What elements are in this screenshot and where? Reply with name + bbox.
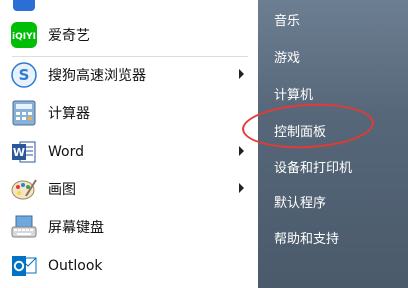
right-item-default-programs[interactable]: 默认程序 bbox=[274, 192, 326, 211]
program-item-iqiyi[interactable]: iQIYI 爱奇艺 bbox=[10, 17, 252, 53]
program-item-outlook[interactable]: Outlook bbox=[10, 248, 252, 284]
svg-text:S: S bbox=[19, 66, 30, 84]
outlook-icon bbox=[10, 252, 38, 280]
right-item-devices-printers[interactable]: 设备和打印机 bbox=[274, 157, 352, 176]
paint-icon bbox=[10, 175, 38, 203]
app-icon bbox=[10, 0, 38, 14]
program-item-word[interactable]: W Word bbox=[10, 134, 252, 170]
iqiyi-icon: iQIYI bbox=[10, 21, 38, 49]
right-item-computer[interactable]: 计算机 bbox=[274, 84, 313, 103]
program-item-top[interactable] bbox=[10, 0, 252, 18]
program-label-paint: 画图 bbox=[48, 182, 76, 198]
program-label-iqiyi: 爱奇艺 bbox=[48, 28, 90, 44]
sogou-browser-icon: S bbox=[10, 61, 38, 89]
right-item-games[interactable]: 游戏 bbox=[274, 47, 300, 66]
submenu-arrow-icon[interactable] bbox=[239, 183, 244, 193]
submenu-arrow-icon[interactable] bbox=[239, 69, 244, 79]
program-item-paint[interactable]: 画图 bbox=[10, 171, 252, 207]
program-item-onscreen-keyboard[interactable]: 屏幕键盘 bbox=[10, 209, 252, 245]
word-icon: W bbox=[10, 138, 38, 166]
svg-text:W: W bbox=[13, 146, 25, 159]
submenu-arrow-icon[interactable] bbox=[239, 146, 244, 156]
program-item-calculator[interactable]: 计算器 bbox=[10, 95, 252, 131]
program-label-keyboard: 屏幕键盘 bbox=[48, 220, 104, 236]
program-label-sogou: 搜狗高速浏览器 bbox=[48, 68, 146, 84]
program-item-sogou-browser[interactable]: S 搜狗高速浏览器 bbox=[10, 57, 252, 93]
right-item-music[interactable]: 音乐 bbox=[274, 10, 300, 29]
right-item-help-support[interactable]: 帮助和支持 bbox=[274, 228, 339, 247]
calculator-icon bbox=[10, 99, 38, 127]
program-label-outlook: Outlook bbox=[48, 258, 103, 274]
program-label-word: Word bbox=[48, 144, 84, 160]
start-menu-left-pane: iQIYI 爱奇艺 S 搜狗高速浏览器 计算器 W Word 画图 屏幕键盘 O… bbox=[0, 0, 259, 288]
keyboard-icon bbox=[10, 213, 38, 241]
program-label-calculator: 计算器 bbox=[48, 106, 90, 122]
svg-text:iQIYI: iQIYI bbox=[12, 32, 36, 42]
